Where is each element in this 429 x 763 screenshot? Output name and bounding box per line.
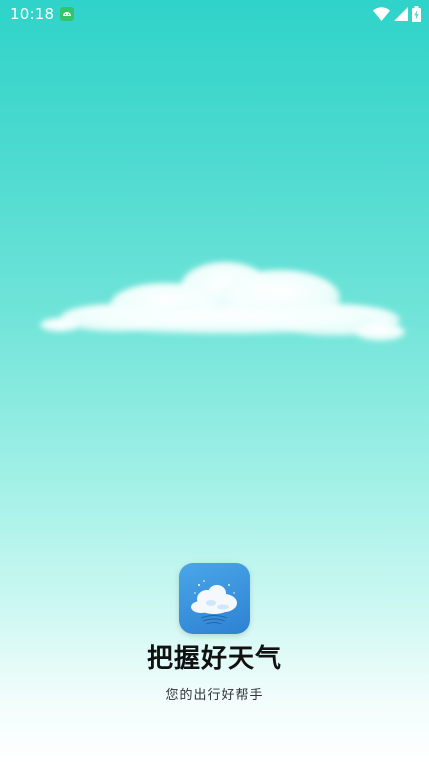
status-time: 10:18 — [10, 5, 55, 23]
app-title: 把握好天气 — [146, 644, 282, 674]
cloud-weather-app-icon — [179, 563, 250, 634]
android-notification-icon — [60, 7, 74, 21]
status-icons — [373, 6, 421, 22]
wifi-icon — [373, 7, 390, 21]
cell-signal-icon — [394, 7, 408, 21]
cloud-icon — [191, 580, 237, 625]
battery-charging-icon — [412, 6, 421, 22]
cloud-illustration — [40, 262, 405, 341]
status-bar: 10:18 — [0, 0, 429, 30]
app-tagline: 您的出行好帮手 — [165, 688, 264, 703]
